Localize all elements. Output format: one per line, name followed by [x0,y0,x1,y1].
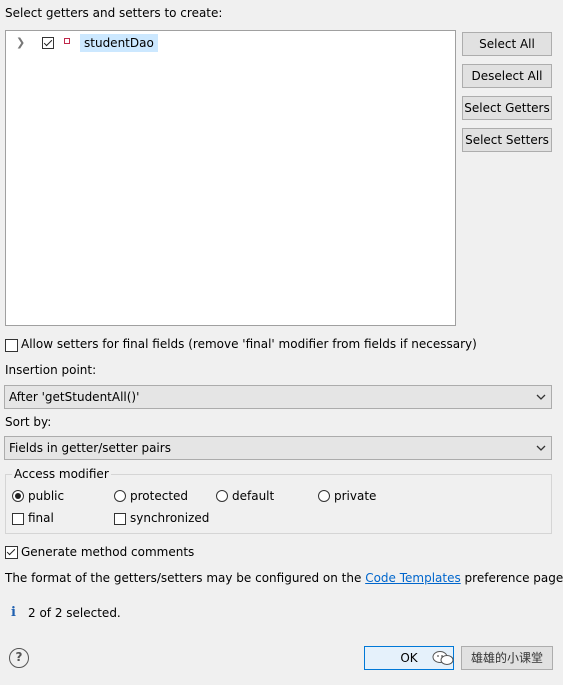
sort-by-label: Sort by: [5,415,52,429]
insertion-point-select[interactable]: After 'getStudentAll()' [4,385,552,409]
format-note-prefix: The format of the getters/setters may be… [5,571,366,585]
chevron-down-icon [536,445,546,451]
synchronized-label: synchronized [130,511,210,525]
synchronized-checkbox[interactable] [114,513,126,525]
allow-setters-checkbox[interactable] [5,339,18,352]
radio-default[interactable] [216,490,228,502]
insertion-point-value: After 'getStudentAll()' [9,390,140,404]
access-modifier-title: Access modifier [12,467,111,481]
tree-item-label: studentDao [80,34,158,52]
deselect-all-button[interactable]: Deselect All [462,64,552,88]
selection-status: 2 of 2 selected. [28,606,121,620]
radio-public-label: public [28,489,65,503]
allow-setters-label: Allow setters for final fields (remove '… [21,337,477,351]
select-setters-button[interactable]: Select Setters [462,128,552,152]
final-label: final [28,511,54,525]
watermark-cancel-button[interactable]: 雄雄的小课堂 [461,646,553,670]
info-icon: i [11,605,16,620]
insertion-point-label: Insertion point: [5,363,97,377]
select-getters-button[interactable]: Select Getters [462,96,552,120]
radio-public[interactable] [12,490,24,502]
private-field-icon [64,38,70,44]
access-modifier-group [5,474,552,534]
select-all-button[interactable]: Select All [462,32,552,56]
chevron-right-icon[interactable]: ❯ [16,34,28,52]
format-note: The format of the getters/setters may be… [5,571,563,585]
select-label: Select getters and setters to create: [5,6,223,20]
radio-private[interactable] [318,490,330,502]
final-checkbox[interactable] [12,513,24,525]
radio-protected[interactable] [114,490,126,502]
chevron-down-icon [536,394,546,400]
radio-default-label: default [232,489,275,503]
fields-tree[interactable]: ❯ studentDao [5,30,456,326]
format-note-suffix: preference page. [460,571,563,585]
help-icon[interactable]: ? [9,648,29,668]
sort-by-select[interactable]: Fields in getter/setter pairs [4,436,552,460]
radio-protected-label: protected [130,489,189,503]
generate-comments-checkbox[interactable] [5,546,18,559]
sort-by-value: Fields in getter/setter pairs [9,441,171,455]
wechat-icon [432,651,454,665]
code-templates-link[interactable]: Code Templates [365,571,461,585]
radio-private-label: private [334,489,377,503]
generate-comments-label: Generate method comments [21,545,195,559]
studentdao-checkbox[interactable] [42,37,54,49]
